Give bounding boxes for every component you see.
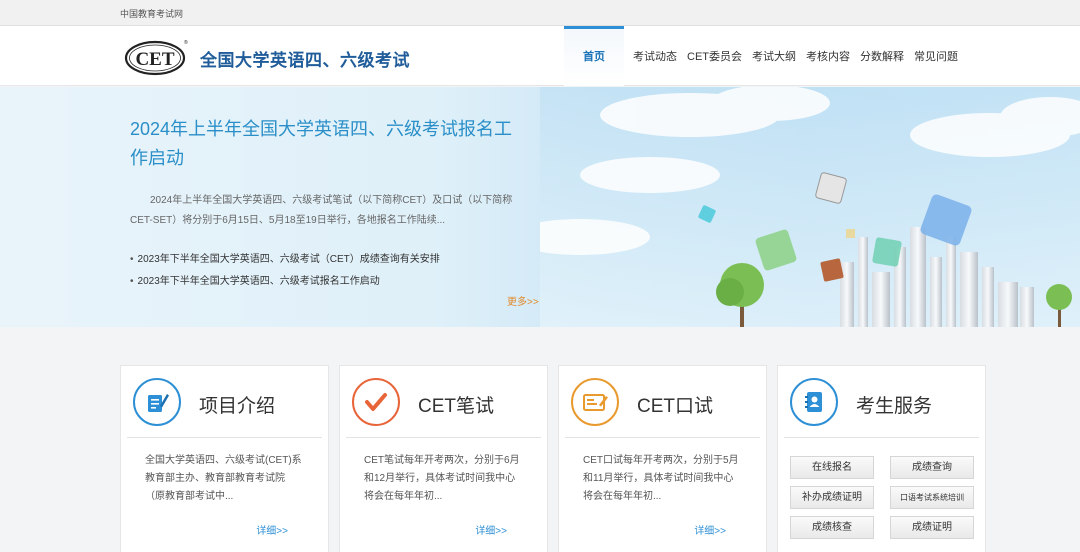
card-header: CET笔试: [346, 366, 541, 438]
id-card-icon: [571, 378, 619, 426]
card-cet-oral: CET口试 CET口试每年开考两次，分别于5月和11月举行，具体考试时间我中心将…: [558, 365, 767, 552]
more-news-link[interactable]: 更多>>: [507, 293, 539, 308]
card-cet-written: CET笔试 CET笔试每年开考两次，分别于6月和12月举行，具体考试时间我中心将…: [339, 365, 548, 552]
news-list: 2023年下半年全国大学英语四、六级考试（CET）成绩查询有关安排 2023年下…: [130, 249, 530, 293]
feature-cards: 项目介绍 全国大学英语四、六级考试(CET)系教育部主办、教育部教育考试院（原教…: [120, 365, 986, 552]
nav-cet-committee[interactable]: CET委员会: [682, 26, 747, 86]
card-project-intro: 项目介绍 全国大学英语四、六级考试(CET)系教育部主办、教育部教育考试院（原教…: [120, 365, 329, 552]
main-nav: 首页 考试动态 CET委员会 考试大纲 考核内容 分数解释 常见问题: [564, 26, 963, 86]
card-header: 项目介绍: [127, 366, 322, 438]
card-header: CET口试: [565, 366, 760, 438]
nav-faq[interactable]: 常见问题: [909, 26, 963, 86]
card-description: CET口试每年开考两次，分别于5月和11月举行，具体考试时间我中心将会在每年年初…: [583, 455, 739, 502]
svg-text:®: ®: [184, 39, 188, 46]
card-title[interactable]: CET口试: [637, 391, 713, 418]
card-candidate-services: 考生服务 在线报名 成绩查询 补办成绩证明 口语考试系统培训 成绩核查 成绩证明: [777, 365, 986, 552]
card-description: 全国大学英语四、六级考试(CET)系教育部主办、教育部教育考试院（原教育部考试中…: [145, 455, 302, 502]
nav-score-interpretation[interactable]: 分数解释: [855, 26, 909, 86]
checkmark-icon: [352, 378, 400, 426]
score-certificate-button[interactable]: 成绩证明: [890, 516, 974, 539]
nav-exam-syllabus[interactable]: 考试大纲: [747, 26, 801, 86]
document-edit-icon: [133, 378, 181, 426]
card-description: CET笔试每年开考两次，分别于6月和12月举行，具体考试时间我中心将会在每年年初…: [364, 455, 520, 502]
site-title: 全国大学英语四、六级考试: [200, 51, 410, 70]
city-illustration: [540, 87, 1080, 327]
list-item: 2023年下半年全国大学英语四、六级考试（CET）成绩查询有关安排: [130, 249, 530, 271]
card-title[interactable]: CET笔试: [418, 391, 494, 418]
svg-text:CET: CET: [135, 49, 174, 70]
neea-portal-link[interactable]: 中国教育考试网: [120, 7, 183, 20]
address-book-icon: [790, 378, 838, 426]
online-registration-button[interactable]: 在线报名: [790, 456, 874, 479]
card-header: 考生服务: [784, 366, 979, 438]
featured-summary: 2024年上半年全国大学英语四、六级考试笔试（以下简称CET）及口试（以下简称C…: [130, 195, 513, 226]
hero-banner: 2024年上半年全国大学英语四、六级考试报名工作启动 2024年上半年全国大学英…: [0, 87, 1080, 327]
news-link[interactable]: 2023年下半年全国大学英语四、六级考试报名工作启动: [138, 276, 380, 287]
card-detail-link[interactable]: 详细>>: [694, 522, 726, 537]
oral-exam-system-training-button[interactable]: 口语考试系统培训: [890, 486, 974, 509]
nav-assessment-content[interactable]: 考核内容: [801, 26, 855, 86]
card-title[interactable]: 考生服务: [856, 391, 932, 418]
score-query-button[interactable]: 成绩查询: [890, 456, 974, 479]
nav-exam-news[interactable]: 考试动态: [628, 26, 682, 86]
nav-home[interactable]: 首页: [564, 26, 624, 86]
card-detail-link[interactable]: 详细>>: [256, 522, 288, 537]
featured-news: 2024年上半年全国大学英语四、六级考试报名工作启动 2024年上半年全国大学英…: [130, 115, 530, 293]
cet-logo[interactable]: CET ®: [124, 38, 188, 76]
reissue-score-certificate-button[interactable]: 补办成绩证明: [790, 486, 874, 509]
list-item: 2023年下半年全国大学英语四、六级考试报名工作启动: [130, 271, 530, 293]
card-detail-link[interactable]: 详细>>: [475, 522, 507, 537]
site-header: CET ® 全国大学英语四、六级考试 首页 考试动态 CET委员会 考试大纲 考…: [0, 26, 1080, 86]
card-title[interactable]: 项目介绍: [199, 391, 275, 418]
score-review-button[interactable]: 成绩核查: [790, 516, 874, 539]
news-link[interactable]: 2023年下半年全国大学英语四、六级考试（CET）成绩查询有关安排: [138, 254, 440, 265]
featured-headline[interactable]: 2024年上半年全国大学英语四、六级考试报名工作启动: [130, 115, 530, 173]
top-utility-bar: 中国教育考试网: [0, 0, 1080, 26]
